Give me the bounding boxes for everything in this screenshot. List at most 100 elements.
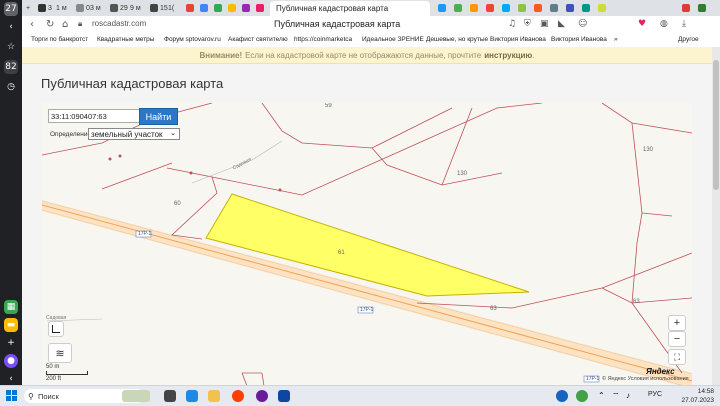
bookmark-item[interactable]: Виктория Иванова bbox=[551, 36, 607, 43]
language-indicator[interactable]: РУС bbox=[648, 391, 662, 398]
tab-21[interactable] bbox=[534, 2, 544, 14]
tab-18[interactable] bbox=[486, 2, 496, 14]
tab-6[interactable]: 9 м bbox=[130, 2, 141, 14]
tab-2[interactable]: 1 м bbox=[56, 2, 67, 14]
zoom-in-button[interactable]: + bbox=[668, 315, 686, 331]
headphones-icon[interactable]: ♫ bbox=[508, 19, 516, 29]
cadastral-number-input[interactable] bbox=[48, 109, 140, 123]
tab-16[interactable] bbox=[454, 2, 464, 14]
tab-9[interactable] bbox=[186, 2, 196, 14]
apps-icon[interactable]: ▦ bbox=[4, 300, 18, 314]
url-field[interactable]: roscadastr.com bbox=[92, 19, 146, 28]
tab-26[interactable] bbox=[682, 2, 692, 14]
windows-start-icon[interactable] bbox=[6, 390, 17, 401]
tab-8[interactable]: 1( bbox=[168, 2, 174, 14]
bookmark-item[interactable]: Идеальное ЗРЕНИЕ bbox=[362, 36, 424, 43]
bookmark-item[interactable]: Акафист святителю bbox=[228, 36, 288, 43]
tab-12[interactable] bbox=[228, 2, 238, 14]
fullscreen-map-icon[interactable] bbox=[48, 321, 64, 337]
profile-badge[interactable]: 27 bbox=[4, 2, 18, 16]
tab-label: 1( bbox=[168, 4, 175, 12]
parcel-number-label: 60 bbox=[174, 201, 181, 207]
find-button[interactable]: Найти bbox=[139, 108, 178, 125]
edge-icon[interactable] bbox=[186, 390, 198, 402]
assistant-icon[interactable]: ● bbox=[4, 354, 18, 368]
new-tab-button[interactable]: + bbox=[26, 2, 30, 14]
tray-chevron-icon[interactable]: ⌃ bbox=[598, 391, 605, 400]
tab-1[interactable]: 3 bbox=[38, 2, 52, 14]
clock[interactable]: 14:58 27.07.2023 bbox=[674, 387, 714, 405]
tab-10[interactable] bbox=[200, 2, 210, 14]
tab-23[interactable] bbox=[566, 2, 576, 14]
profile-icon[interactable]: ☺ bbox=[578, 19, 587, 29]
scrollbar-thumb[interactable] bbox=[713, 60, 719, 190]
expand-icon[interactable]: ⛶ bbox=[668, 349, 686, 365]
collapse-icon[interactable]: ‹ bbox=[4, 372, 18, 386]
wallet-icon[interactable]: ▬ bbox=[4, 318, 18, 332]
tab-25[interactable] bbox=[598, 2, 608, 14]
map-terms-link[interactable]: © Яндекс Условия использования bbox=[602, 376, 689, 382]
task-view-icon[interactable] bbox=[164, 390, 176, 402]
tab-active[interactable]: Публичная кадастровая карта bbox=[270, 1, 430, 16]
tab-7[interactable]: 15 bbox=[150, 2, 168, 14]
heart-icon[interactable]: ♥ bbox=[638, 19, 646, 29]
network-icon[interactable]: ⌔ bbox=[612, 391, 620, 401]
home-icon[interactable]: ⌂ bbox=[62, 19, 68, 30]
volume-icon[interactable]: ♪ bbox=[626, 391, 630, 400]
tab-5[interactable]: 29 bbox=[110, 2, 128, 14]
instructions-link[interactable]: инструкцию bbox=[484, 51, 532, 60]
tab-favicon-icon bbox=[150, 4, 158, 12]
sidebar-badge[interactable]: 82 bbox=[4, 60, 18, 74]
tab-favicon-icon bbox=[470, 4, 478, 12]
tray-app-icon[interactable] bbox=[576, 390, 588, 402]
extension-icon[interactable]: ◍ bbox=[660, 19, 668, 29]
tab-17[interactable] bbox=[470, 2, 480, 14]
tab-favicon-icon bbox=[186, 4, 194, 12]
tab-19[interactable] bbox=[502, 2, 512, 14]
history-icon[interactable]: ◷ bbox=[4, 80, 18, 94]
news-widget-icon[interactable] bbox=[122, 390, 150, 402]
reader-icon[interactable]: ▣ bbox=[540, 19, 549, 29]
tab-22[interactable] bbox=[550, 2, 560, 14]
add-icon[interactable]: + bbox=[4, 336, 18, 350]
reload-icon[interactable]: ↻ bbox=[46, 19, 54, 30]
bookmark-item[interactable]: Дешевые, но крутые bbox=[426, 36, 488, 43]
lock-icon[interactable]: 🔒︎ bbox=[78, 19, 82, 29]
tab-3[interactable]: 0 bbox=[76, 2, 90, 14]
back-arrow-icon[interactable]: ‹ bbox=[4, 20, 18, 34]
yandex-browser-icon[interactable] bbox=[232, 390, 244, 402]
layers-icon[interactable]: ≋ bbox=[48, 343, 72, 363]
bookmark-item[interactable]: Форум sptovarov.ru bbox=[164, 36, 221, 43]
tab-favicon-icon bbox=[550, 4, 558, 12]
tab-4[interactable]: 3 м bbox=[90, 2, 101, 14]
tab-20[interactable] bbox=[518, 2, 528, 14]
tab-strip: + 3 1 м 0 3 м 29 9 м 15 1( Публичная кад… bbox=[22, 0, 720, 16]
bookmark-overflow[interactable]: » bbox=[614, 36, 618, 43]
bookmark-star-icon[interactable]: ◣ bbox=[558, 19, 565, 29]
tab-24[interactable] bbox=[582, 2, 592, 14]
app-icon[interactable] bbox=[256, 390, 268, 402]
vpn-icon[interactable]: ⛨ bbox=[524, 19, 531, 29]
bookmark-item[interactable]: Квадратные метры bbox=[97, 36, 154, 43]
definition-select[interactable]: земельный участок ⌄ bbox=[88, 128, 180, 140]
tab-27[interactable] bbox=[698, 2, 708, 14]
bookmark-item[interactable]: Виктория Иванова bbox=[490, 36, 546, 43]
tab-14[interactable] bbox=[256, 2, 266, 14]
app-icon[interactable] bbox=[278, 390, 290, 402]
bookmark-other-folder[interactable]: Другое bbox=[678, 36, 699, 43]
tray-app-icon[interactable] bbox=[556, 390, 568, 402]
road-code-label: 17Р-1 bbox=[360, 307, 374, 313]
parcel-number-label[interactable]: 61 bbox=[338, 250, 345, 256]
bookmark-item[interactable]: Торги по банкротст bbox=[31, 36, 88, 43]
back-icon[interactable]: ‹ bbox=[30, 19, 34, 30]
download-icon[interactable]: ⤓ bbox=[682, 19, 686, 29]
tab-11[interactable] bbox=[214, 2, 224, 14]
tab-13[interactable] bbox=[242, 2, 252, 14]
bookmark-item[interactable]: https://coinmarketca bbox=[294, 36, 352, 43]
zoom-out-button[interactable]: − bbox=[668, 331, 686, 347]
bookmark-icon[interactable]: ☆ bbox=[4, 40, 18, 54]
clock-time: 14:58 bbox=[697, 388, 714, 395]
cadastral-map[interactable]: 17Р-1 17Р-1 17Р-1 61 59 130 130 60 63 63… bbox=[42, 103, 692, 385]
tab-15[interactable] bbox=[438, 2, 448, 14]
file-explorer-icon[interactable] bbox=[208, 390, 220, 402]
